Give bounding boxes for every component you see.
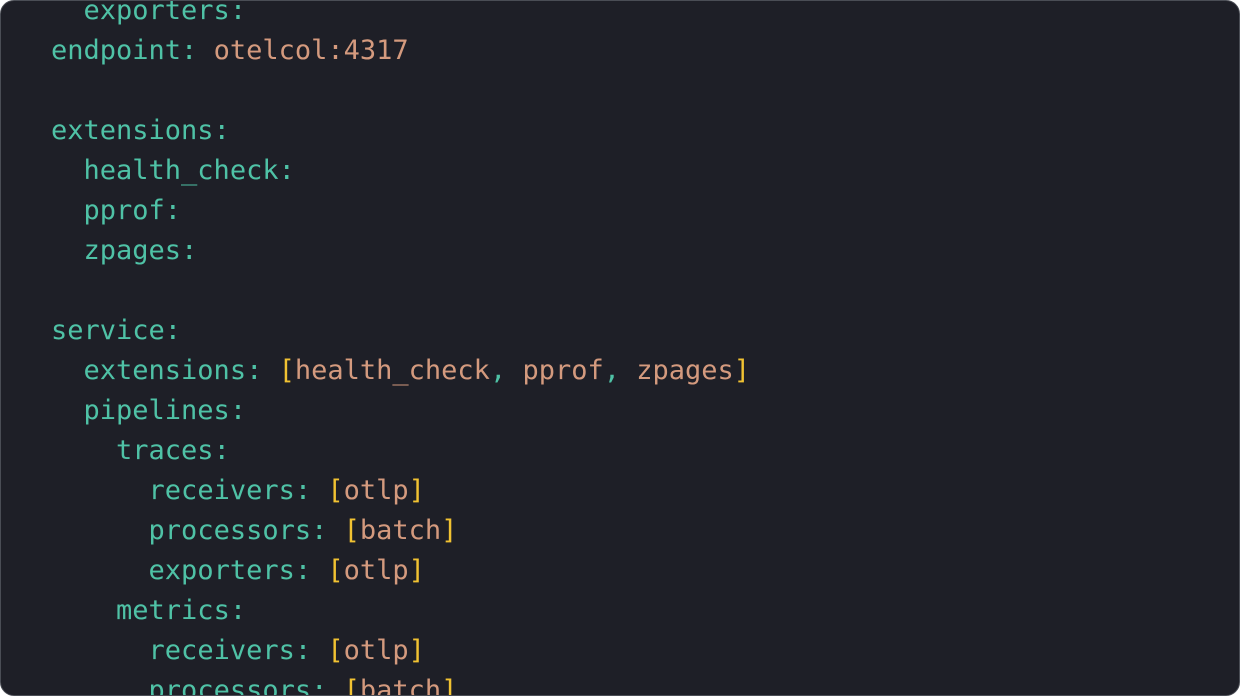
yaml-key: service <box>51 315 165 346</box>
code-line: extensions: <box>51 111 750 151</box>
list-comma: , <box>489 355 523 386</box>
yaml-colon: : <box>294 555 328 586</box>
yaml-code-block: exporters: endpoint: otelcol:4317 extensio… <box>51 0 751 696</box>
list-item: pprof <box>522 355 604 386</box>
yaml-key: receivers <box>148 475 295 506</box>
list-item: otlp <box>343 475 409 506</box>
yaml-key: pipelines <box>83 395 230 426</box>
code-line: metrics: <box>51 591 750 631</box>
open-bracket: [ <box>327 475 344 506</box>
yaml-key: metrics <box>116 595 230 626</box>
yaml-value: otelcol:4317 <box>213 35 409 66</box>
open-bracket: [ <box>327 555 344 586</box>
code-line: pprof: <box>51 191 750 231</box>
yaml-key: processors <box>148 675 312 696</box>
code-line: processors: [batch] <box>51 671 750 696</box>
code-line: traces: <box>51 431 750 471</box>
open-bracket: [ <box>343 675 360 696</box>
list-comma: , <box>603 355 637 386</box>
list-item: health_check <box>294 355 490 386</box>
yaml-key: exporters <box>148 555 295 586</box>
code-line: receivers: [otlp] <box>51 471 750 511</box>
code-line: pipelines: <box>51 391 750 431</box>
yaml-colon: : <box>294 635 328 666</box>
yaml-colon: : <box>311 515 344 546</box>
code-line: service: <box>51 311 750 351</box>
yaml-key: processors <box>148 515 312 546</box>
code-line: health_check: <box>51 151 750 191</box>
yaml-key: zpages <box>83 235 182 266</box>
code-line: zpages: <box>51 231 750 271</box>
yaml-key: traces <box>116 435 214 466</box>
yaml-colon: : <box>164 315 182 346</box>
yaml-colon: : <box>294 475 328 506</box>
yaml-colon: : <box>164 195 182 226</box>
open-bracket: [ <box>278 355 295 386</box>
close-bracket: ] <box>408 555 425 586</box>
close-bracket: ] <box>441 515 458 546</box>
code-line: receivers: [otlp] <box>51 631 750 671</box>
yaml-colon: : <box>229 0 247 26</box>
close-bracket: ] <box>408 475 425 506</box>
code-line: exporters: [otlp] <box>51 551 750 591</box>
code-line: extensions: [health_check, pprof, zpages… <box>51 351 751 391</box>
yaml-colon: : <box>229 595 247 626</box>
open-bracket: [ <box>327 635 344 666</box>
yaml-key: extensions <box>51 115 214 146</box>
code-window: exporters: endpoint: otelcol:4317 extensio… <box>0 0 1240 696</box>
yaml-colon: : <box>311 675 344 696</box>
open-bracket: [ <box>343 515 360 546</box>
close-bracket: ] <box>408 635 425 666</box>
yaml-colon: : <box>246 355 279 386</box>
code-line: processors: [batch] <box>51 511 750 551</box>
yaml-colon: : <box>181 35 214 66</box>
yaml-key: exporters <box>83 0 230 26</box>
yaml-colon: : <box>278 155 295 186</box>
list-item: otlp <box>343 555 409 586</box>
yaml-colon: : <box>181 235 198 266</box>
close-bracket: ] <box>441 675 458 696</box>
yaml-colon: : <box>213 435 230 466</box>
yaml-key: pprof <box>83 195 165 226</box>
list-item: zpages <box>636 355 734 386</box>
yaml-key: receivers <box>148 635 295 666</box>
yaml-key: health_check <box>83 155 279 186</box>
code-line: exporters: <box>51 0 750 31</box>
yaml-key: endpoint <box>51 35 182 66</box>
list-item: otlp <box>343 635 409 666</box>
yaml-colon: : <box>213 115 230 146</box>
close-bracket: ] <box>733 355 751 386</box>
yaml-colon: : <box>229 395 247 426</box>
list-item: batch <box>359 515 442 546</box>
list-item: batch <box>359 675 442 696</box>
code-line: endpoint: otelcol:4317 <box>51 31 750 71</box>
yaml-key: extensions <box>83 355 247 386</box>
